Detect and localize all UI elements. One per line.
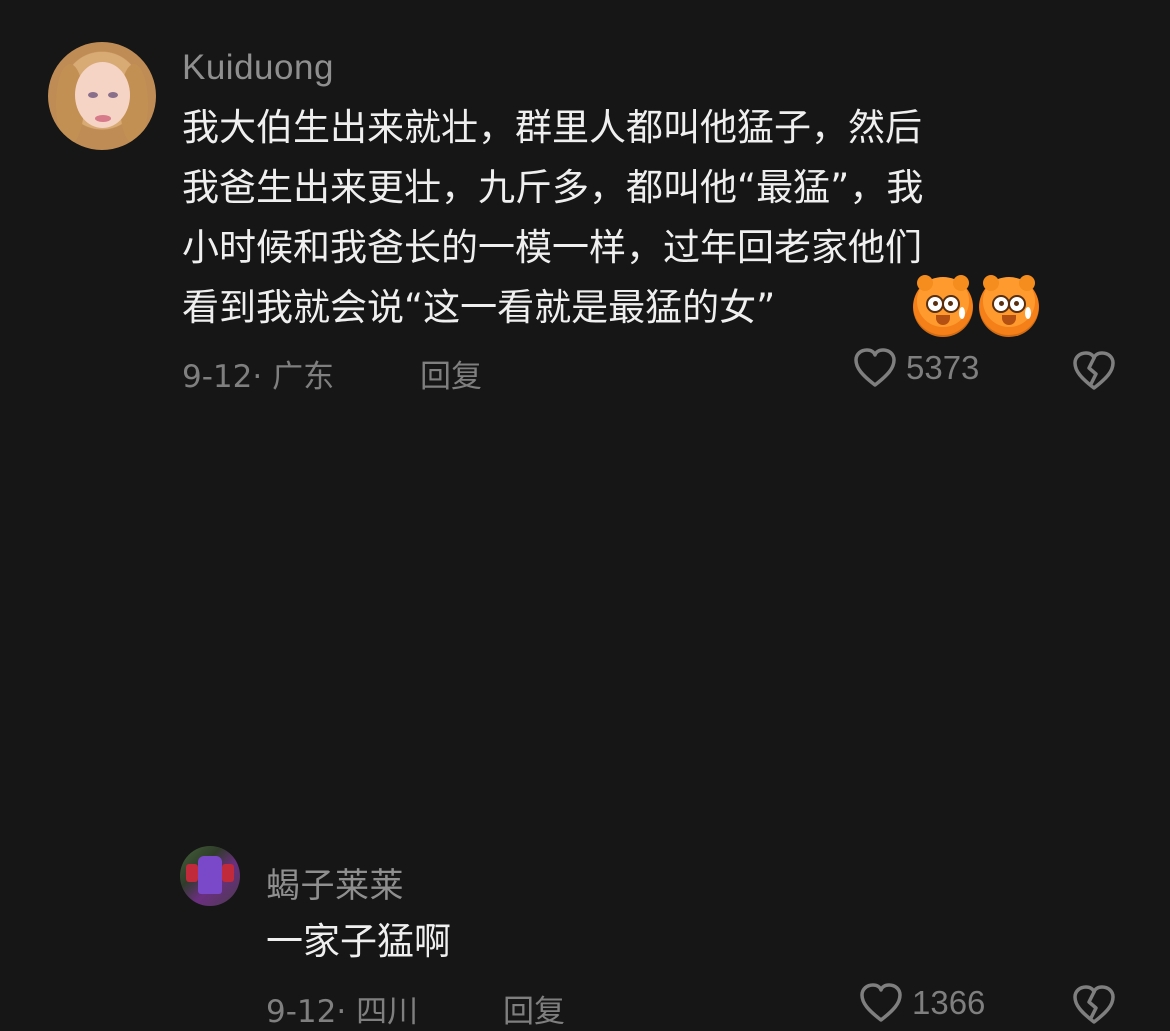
username[interactable]: Kuiduong [182,48,334,88]
avatar-robot [198,856,222,894]
comment-meta: 9-12· 广东 [182,359,335,395]
like-button[interactable]: 5373 [852,347,979,389]
like-count: 5373 [906,349,980,386]
heart-icon [854,348,896,387]
avatar-lips [95,115,111,122]
reply-button[interactable]: 回复 [420,351,482,396]
avatar-robot-arm-left [186,864,198,882]
heart-icon [860,983,902,1022]
avatar-eye-right [108,92,118,98]
avatar-eye-left [88,92,98,98]
comment-meta: 9-12· 四川 [266,994,419,1030]
bear-icon [979,275,1039,337]
avatar-robot-arm-right [222,864,234,882]
avatar[interactable] [180,846,240,906]
comment-item: Kuiduong 我大伯生出来就壮，群里人都叫他猛子，然后 我爸生出来更壮，九斤… [0,0,1170,420]
comment-text: 一家子猛啊 [266,920,451,963]
broken-heart-icon[interactable] [1071,350,1117,392]
like-count: 1366 [912,984,986,1021]
bear-icon [913,275,973,337]
emoji-row [913,275,1039,337]
avatar[interactable] [48,42,156,150]
username[interactable]: 蝎子莱莱 [266,858,404,907]
comment-reply-item: 蝎子莱莱 一家子猛啊 9-12· 四川 回复 1366 [0,420,1170,1030]
reply-button[interactable]: 回复 [503,986,565,1031]
like-button[interactable]: 1366 [858,982,985,1024]
broken-heart-icon[interactable] [1071,984,1117,1026]
